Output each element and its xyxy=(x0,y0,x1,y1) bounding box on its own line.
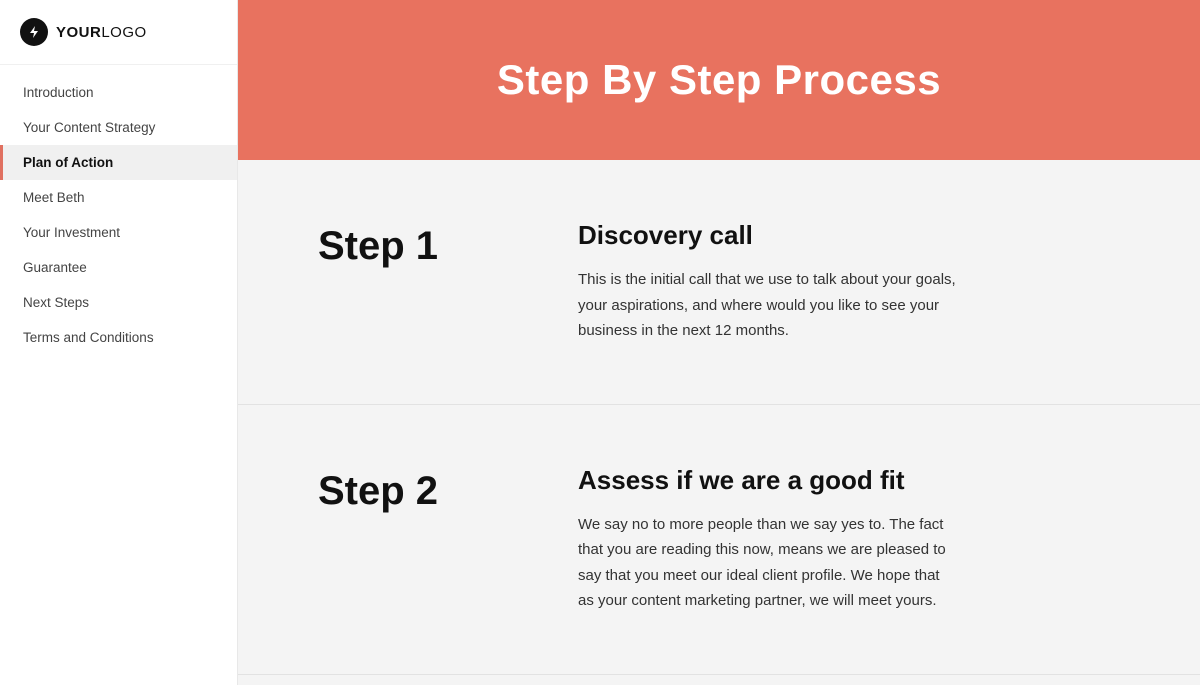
sidebar-item-guarantee[interactable]: Guarantee xyxy=(0,250,237,285)
step-info-1: Discovery call This is the initial call t… xyxy=(578,220,1120,344)
step-description-1: This is the initial call that we use to … xyxy=(578,267,958,344)
step-description-2: We say no to more people than we say yes… xyxy=(578,512,958,614)
sidebar-item-plan-of-action[interactable]: Plan of Action xyxy=(0,145,237,180)
sidebar-item-meet-beth[interactable]: Meet Beth xyxy=(0,180,237,215)
sidebar-nav: IntroductionYour Content StrategyPlan of… xyxy=(0,65,237,685)
step-info-2: Assess if we are a good fit We say no to … xyxy=(578,465,1120,614)
step-number-1: Step 1 xyxy=(318,220,578,269)
sidebar-item-introduction[interactable]: Introduction xyxy=(0,75,237,110)
banner-title: Step By Step Process xyxy=(497,56,941,104)
step-section-1: Step 1Discovery call This is the initial … xyxy=(238,160,1200,405)
content-area: Step 1Discovery call This is the initial … xyxy=(238,160,1200,685)
logo-area: YOURLOGO xyxy=(0,0,237,65)
sidebar-item-terms-and-conditions[interactable]: Terms and Conditions xyxy=(0,320,237,355)
sidebar-item-next-steps[interactable]: Next Steps xyxy=(0,285,237,320)
sidebar-item-your-investment[interactable]: Your Investment xyxy=(0,215,237,250)
main-content: Step By Step Process Step 1Discovery cal… xyxy=(238,0,1200,685)
step-title-1: Discovery call xyxy=(578,220,1120,251)
logo-text: YOURLOGO xyxy=(56,24,147,41)
step-number-2: Step 2 xyxy=(318,465,578,514)
logo-icon xyxy=(20,18,48,46)
step-section-2: Step 2Assess if we are a good fit We say … xyxy=(238,405,1200,675)
step-title-2: Assess if we are a good fit xyxy=(578,465,1120,496)
header-banner: Step By Step Process xyxy=(238,0,1200,160)
sidebar: YOURLOGO IntroductionYour Content Strate… xyxy=(0,0,238,685)
sidebar-item-your-content-strategy[interactable]: Your Content Strategy xyxy=(0,110,237,145)
